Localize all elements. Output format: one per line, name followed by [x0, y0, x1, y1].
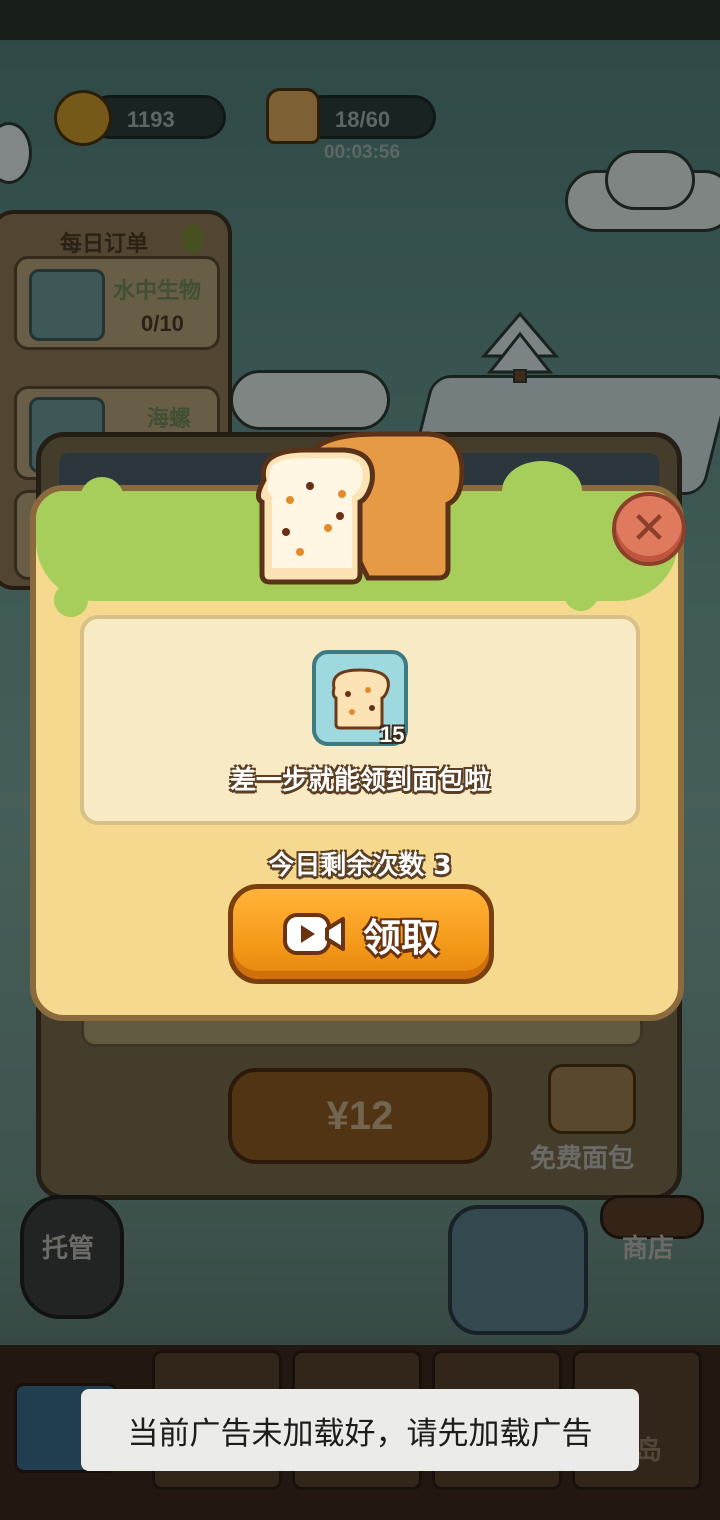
reward-message: 差一步就能领到面包啦 [229, 766, 490, 796]
claim-label: 领取 [362, 915, 439, 960]
slime-bubble [80, 477, 124, 521]
toast-text: 当前广告未加载好，请先加载广告 [127, 1415, 593, 1452]
slime-drop [54, 583, 88, 617]
slime-drop [564, 577, 598, 611]
close-button[interactable]: ✕ [612, 492, 686, 566]
close-icon: ✕ [630, 503, 668, 554]
item-count: 15 [380, 722, 405, 747]
claim-button[interactable]: 领取 [228, 884, 494, 984]
slime-drop [206, 586, 218, 598]
remaining-count: 今日剩余次数 3 [268, 851, 452, 881]
video-camera-icon [282, 913, 345, 955]
bread-slice-icon [331, 668, 390, 730]
bread-loaf-icon [256, 431, 465, 585]
toast-message: 当前广告未加载好，请先加载广告 [81, 1389, 639, 1471]
slime-bubble [502, 461, 582, 521]
